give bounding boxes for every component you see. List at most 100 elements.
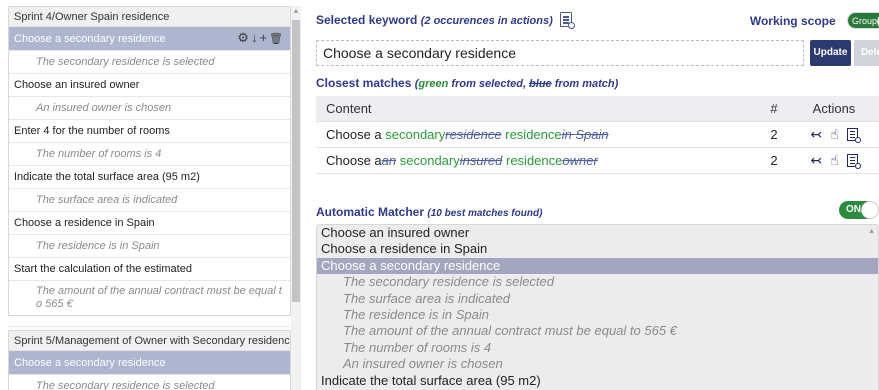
scenario-group-title: Sprint 4/Owner Spain residence (9, 7, 290, 27)
keyword-input[interactable]: Choose a secondary residence (316, 40, 804, 66)
matcher-step-item[interactable]: Choose an insured owner (317, 225, 878, 241)
match-count-cell: 2 (759, 147, 789, 174)
scrollbar-thumb[interactable] (292, 20, 300, 302)
scenario-group-sprint-5: Sprint 5/Management of Owner with Second… (8, 330, 291, 390)
scenario-step[interactable]: Choose an insured owner (9, 74, 290, 97)
scenario-expected-result[interactable]: The residence is in Spain (9, 235, 290, 258)
scenario-row-text: Enter 4 for the number of rooms (14, 125, 170, 137)
match-actions-cell: ↢ ☝ (789, 147, 879, 174)
diff-insert-text: residence (506, 152, 563, 168)
automatic-matcher-list[interactable]: ▲ Choose an insured owner Choose a reside… (316, 224, 879, 390)
scenario-step[interactable]: Choose a secondary residence (9, 351, 290, 375)
match-content-cell: Choose aan secondaryinsured residenceown… (316, 147, 759, 174)
diff-delete-text: insured (459, 152, 503, 168)
toggle-knob (861, 201, 879, 219)
table-header-row: Content # Actions (316, 96, 879, 122)
scenario-expected-result[interactable]: The surface area is indicated (9, 189, 290, 212)
table-row[interactable]: Choose a secondaryresidence residencein … (316, 121, 879, 148)
scenario-row-text: The secondary residence is selected (36, 380, 215, 390)
plus-icon[interactable]: + (259, 31, 268, 45)
diff-delete-text: an (381, 152, 397, 168)
scenario-row-text: The secondary residence is selected (36, 56, 215, 68)
count-column-header: # (759, 96, 789, 122)
content-column-header: Content (316, 96, 759, 122)
scenario-row-text: Choose a secondary residence (14, 357, 166, 369)
scenario-step[interactable]: Indicate the total surface area (95 m2) (9, 166, 290, 189)
scenario-row-text: The surface area is indicated (36, 194, 178, 206)
hand-pointer-icon[interactable]: ☝ (830, 126, 839, 143)
matcher-result-item[interactable]: The number of rooms is 4 (317, 340, 878, 356)
selected-keyword-header: Selected keyword (2 occurences in action… (316, 12, 576, 29)
scenario-expected-result[interactable]: The amount of the annual contract must b… (9, 281, 290, 327)
row-actions: ⚙↓+🗑 (236, 31, 284, 46)
table-row[interactable]: Choose aan secondaryinsured residenceown… (316, 147, 879, 174)
matcher-result-item[interactable]: The amount of the annual contract must b… (317, 323, 878, 339)
matcher-result-item[interactable]: An insured owner is chosen (317, 356, 878, 372)
scenario-step[interactable]: Start the calculation of the estimated (9, 258, 290, 281)
matcher-step-item[interactable]: Choose a secondary residence (317, 257, 878, 275)
scenario-step[interactable]: Enter 4 for the number of rooms (9, 120, 290, 143)
match-count-cell: 2 (759, 121, 789, 148)
left-scrollbar[interactable]: ▲ (291, 6, 301, 390)
matcher-result-item[interactable]: The surface area is indicated (317, 291, 878, 307)
matcher-result-item[interactable]: The secondary residence is selected (317, 274, 878, 290)
matcher-step-item[interactable]: Choose a residence in Spain (317, 241, 878, 257)
scroll-up-arrow-icon[interactable]: ▲ (868, 228, 875, 235)
selected-keyword-title: Selected keyword (316, 13, 418, 27)
matcher-step-item[interactable]: Indicate the total surface area (95 m2) (317, 373, 878, 389)
automatic-matcher-toggle[interactable]: ON (839, 201, 879, 219)
update-button[interactable]: Update (810, 40, 851, 66)
working-scope-toggle[interactable]: Group (847, 12, 879, 30)
toggle-label: ON (846, 204, 861, 215)
diff-delete-text: residence (445, 126, 502, 142)
scenario-expected-result[interactable]: The secondary residence is selected (9, 375, 290, 390)
scenario-row-text: An insured owner is chosen (36, 102, 172, 114)
keyword-panel: Selected keyword (2 occurences in action… (306, 0, 879, 390)
trash-icon[interactable]: 🗑 (269, 32, 284, 46)
document-search-icon[interactable] (846, 127, 861, 143)
scenario-row-text: Start the calculation of the estimated (14, 263, 192, 275)
diff-insert-text: secondary (385, 126, 446, 142)
diff-delete-text: owner (562, 152, 598, 168)
scenario-group-sprint-4: Sprint 4/Owner Spain residence Choose a … (8, 6, 291, 327)
replace-arrow-icon[interactable]: ↢ (810, 126, 822, 143)
scenario-expected-result[interactable]: The number of rooms is 4 (9, 143, 290, 166)
scenario-group-title: Sprint 5/Management of Owner with Second… (9, 331, 290, 351)
diff-insert-text: residence (505, 126, 562, 142)
diff-plain-text: Choose a (326, 126, 386, 142)
document-search-icon[interactable] (560, 12, 576, 29)
actions-column-header: Actions (789, 96, 879, 122)
closest-matches-title: Closest matches (316, 76, 412, 90)
scenario-row-text: Indicate the total surface area (95 m2) (14, 171, 200, 183)
closest-matches-header: Closest matches (green from selected, bl… (316, 76, 618, 90)
working-scope-label: Working scope (749, 14, 836, 28)
matcher-result-item[interactable]: The residence is in Spain (317, 307, 878, 323)
scenario-steps-list: Choose a secondary residence The secondar… (9, 351, 290, 390)
arrow-down-icon[interactable]: ↓ (251, 31, 259, 45)
scenario-steps-list: Choose a secondary residence ⚙↓+🗑 The seco… (9, 27, 290, 327)
delete-button[interactable]: Dele (854, 40, 879, 66)
toggle-label: Group (852, 16, 878, 26)
document-search-icon[interactable] (846, 153, 861, 169)
gear-icon[interactable]: ⚙ (237, 31, 250, 45)
scenario-row-text: The number of rooms is 4 (36, 148, 162, 160)
scenario-step[interactable]: Choose a secondary residence ⚙↓+🗑 (9, 27, 290, 51)
scenario-row-text: Choose a residence in Spain (14, 217, 155, 229)
closest-matches-table: Content # Actions Choose a secondaryresi… (316, 96, 879, 174)
scenario-expected-result[interactable]: An insured owner is chosen (9, 97, 290, 120)
hand-pointer-icon[interactable]: ☝ (830, 152, 839, 169)
scenario-row-text: The residence is in Spain (36, 240, 160, 252)
occurrences-note: (2 occurences in actions) (420, 15, 553, 27)
match-content-cell: Choose a secondaryresidence residencein … (316, 121, 759, 148)
scenario-step[interactable]: Choose a residence in Spain (9, 212, 290, 235)
diff-delete-text: in Spain (561, 126, 609, 142)
automatic-matcher-note: (10 best matches found) (427, 208, 543, 219)
replace-arrow-icon[interactable]: ↢ (810, 152, 822, 169)
scenario-expected-result[interactable]: The secondary residence is selected (9, 51, 290, 74)
automatic-matcher-title: Automatic Matcher (316, 205, 425, 219)
scenario-row-text: Choose a secondary residence (14, 33, 166, 45)
scroll-up-arrow-icon[interactable]: ▲ (292, 8, 300, 15)
automatic-matcher-header: Automatic Matcher (10 best matches found… (316, 205, 542, 219)
match-actions-cell: ↢ ☝ (789, 121, 879, 148)
diff-insert-text: secondary (399, 152, 460, 168)
